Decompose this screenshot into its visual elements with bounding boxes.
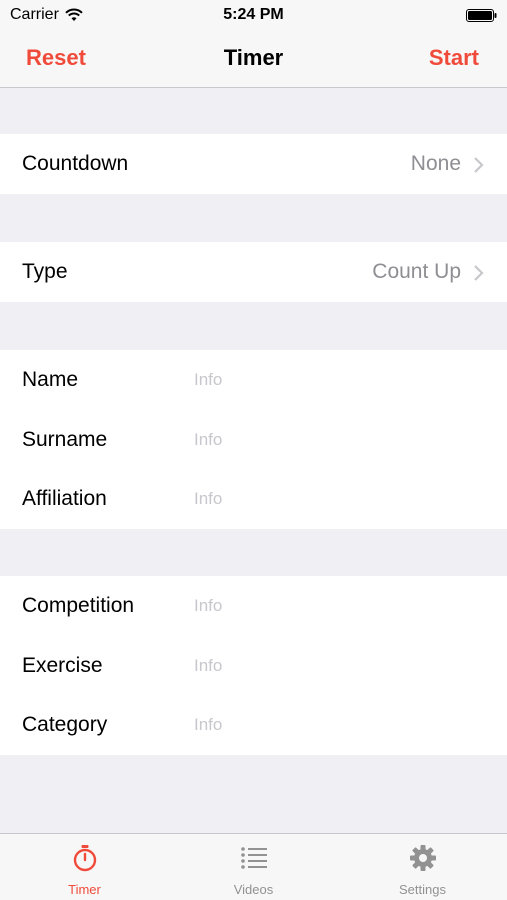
name-label: Name (22, 368, 79, 391)
type-value: Count Up (372, 260, 461, 283)
type-label: Type (22, 260, 68, 283)
stopwatch-icon (73, 845, 97, 872)
countdown-value: None (410, 152, 461, 175)
affiliation-input[interactable] (194, 485, 484, 513)
competition-row: Competition (0, 576, 507, 636)
status-time: 5:24 PM (223, 6, 284, 23)
countdown-row[interactable]: Countdown None (0, 134, 507, 194)
battery-icon (466, 9, 497, 22)
countdown-section: Countdown None (0, 134, 507, 194)
start-button[interactable]: Start (429, 45, 479, 71)
tab-videos-label: Videos (233, 882, 274, 897)
chevron-right-icon (474, 265, 484, 281)
tab-settings[interactable]: Settings (338, 834, 507, 900)
tab-bar: Timer Videos Settings (0, 833, 507, 900)
category-input[interactable] (194, 711, 484, 739)
competition-label: Competition (22, 594, 135, 617)
affiliation-label: Affiliation (22, 487, 107, 510)
category-row: Category (0, 695, 507, 755)
athlete-info-section: Name Surname Affiliation (0, 350, 507, 529)
event-info-section: Competition Exercise Category (0, 576, 507, 755)
exercise-row: Exercise (0, 636, 507, 696)
list-icon (241, 847, 267, 869)
gear-icon (410, 845, 436, 871)
type-row[interactable]: Type Count Up (0, 242, 507, 302)
type-section: Type Count Up (0, 242, 507, 302)
countdown-label: Countdown (22, 152, 129, 175)
tab-timer[interactable]: Timer (0, 834, 169, 900)
tab-timer-label: Timer (68, 882, 101, 897)
name-input[interactable] (194, 366, 484, 394)
competition-input[interactable] (194, 592, 484, 620)
name-row: Name (0, 350, 507, 410)
tab-videos[interactable]: Videos (169, 834, 338, 900)
category-label: Category (22, 713, 108, 736)
chevron-right-icon (474, 157, 484, 173)
surname-input[interactable] (194, 425, 484, 454)
tab-settings-label: Settings (399, 882, 446, 897)
surname-label: Surname (22, 427, 108, 451)
navigation-bar: Reset Timer Start (0, 30, 507, 88)
exercise-input[interactable] (194, 651, 484, 680)
exercise-label: Exercise (22, 653, 103, 677)
affiliation-row: Affiliation (0, 469, 507, 529)
surname-row: Surname (0, 410, 507, 470)
status-bar: Carrier 5:24 PM (0, 0, 507, 30)
